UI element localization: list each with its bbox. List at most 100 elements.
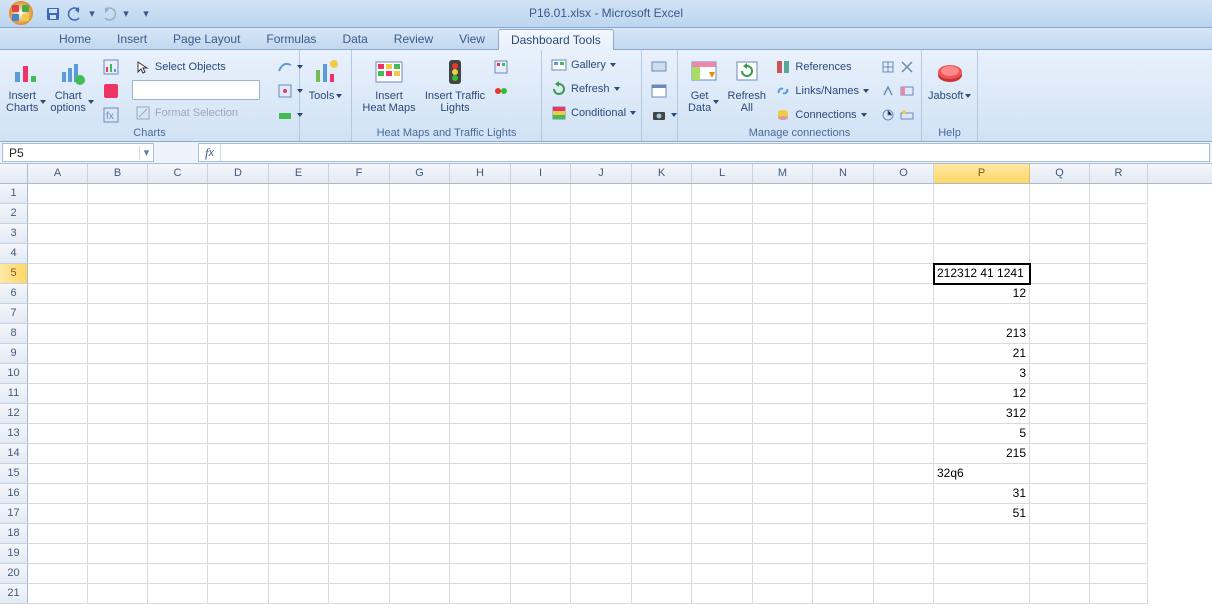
cell[interactable] (1030, 584, 1090, 604)
jabsoft-button[interactable]: Jabsoft (928, 52, 971, 102)
cell[interactable] (1030, 464, 1090, 484)
row-header[interactable]: 17 (0, 504, 28, 524)
row-header[interactable]: 11 (0, 384, 28, 404)
cell[interactable] (874, 184, 934, 204)
row-header[interactable]: 19 (0, 544, 28, 564)
cell[interactable] (269, 264, 329, 284)
cell[interactable] (269, 244, 329, 264)
cell[interactable] (571, 484, 632, 504)
cell[interactable] (511, 384, 571, 404)
cell[interactable] (208, 544, 269, 564)
cell[interactable] (813, 264, 874, 284)
row-header[interactable]: 6 (0, 284, 28, 304)
cell[interactable] (269, 444, 329, 464)
mc-tiny-3[interactable] (880, 80, 896, 102)
cell[interactable] (28, 364, 88, 384)
mc-tiny-6[interactable] (899, 104, 915, 126)
cell[interactable] (1030, 244, 1090, 264)
cell[interactable] (269, 584, 329, 604)
cell[interactable] (874, 344, 934, 364)
cell[interactable] (813, 584, 874, 604)
cell[interactable] (692, 504, 753, 524)
cell[interactable] (1030, 344, 1090, 364)
cell[interactable] (1030, 444, 1090, 464)
cell[interactable] (692, 404, 753, 424)
cell[interactable] (874, 224, 934, 244)
cell[interactable] (28, 424, 88, 444)
cell[interactable] (632, 524, 692, 544)
cell[interactable] (632, 204, 692, 224)
mc-tiny-4[interactable] (899, 80, 915, 102)
fx-button[interactable]: fx (199, 144, 221, 161)
cell[interactable] (632, 484, 692, 504)
mc-tiny-5[interactable] (880, 104, 896, 126)
cell[interactable] (329, 484, 390, 504)
cell[interactable] (88, 564, 148, 584)
save-icon[interactable] (44, 5, 62, 23)
cell[interactable] (813, 324, 874, 344)
conditional-button[interactable]: Conditional (548, 102, 639, 124)
cell[interactable] (1030, 324, 1090, 344)
cell[interactable] (88, 524, 148, 544)
cell[interactable] (1090, 304, 1148, 324)
cell[interactable] (1030, 304, 1090, 324)
cell[interactable] (450, 564, 511, 584)
cell[interactable] (511, 184, 571, 204)
cell[interactable] (571, 304, 632, 324)
cell[interactable] (28, 464, 88, 484)
mc-tiny-2[interactable] (899, 56, 915, 78)
cell[interactable] (874, 584, 934, 604)
cell[interactable] (753, 444, 813, 464)
cell[interactable] (148, 504, 208, 524)
cell[interactable] (329, 444, 390, 464)
row-header[interactable]: 7 (0, 304, 28, 324)
cell[interactable] (208, 524, 269, 544)
cell[interactable] (1090, 524, 1148, 544)
tab-view[interactable]: View (446, 28, 498, 49)
cell[interactable] (571, 204, 632, 224)
cell[interactable]: 32q6 (934, 464, 1030, 484)
cell[interactable] (28, 204, 88, 224)
cell[interactable] (571, 564, 632, 584)
cell[interactable] (208, 484, 269, 504)
cell[interactable] (28, 384, 88, 404)
object-combo[interactable] (132, 80, 260, 100)
cell[interactable] (390, 264, 450, 284)
cell[interactable] (269, 464, 329, 484)
cell[interactable] (329, 224, 390, 244)
cell[interactable] (571, 244, 632, 264)
redo-dropdown-icon[interactable]: ▾ (122, 5, 130, 23)
cell[interactable] (269, 544, 329, 564)
cell[interactable] (934, 204, 1030, 224)
cell[interactable] (390, 544, 450, 564)
cell[interactable] (874, 484, 934, 504)
cell[interactable] (571, 224, 632, 244)
cell[interactable] (208, 304, 269, 324)
cell[interactable] (208, 244, 269, 264)
gallery-button[interactable]: Gallery (548, 54, 639, 76)
cell[interactable] (692, 344, 753, 364)
cell[interactable] (1030, 184, 1090, 204)
cell[interactable] (874, 504, 934, 524)
cell[interactable] (28, 544, 88, 564)
cell[interactable] (753, 344, 813, 364)
cell[interactable] (692, 264, 753, 284)
cell[interactable] (88, 384, 148, 404)
cell[interactable] (874, 204, 934, 224)
cell[interactable] (1030, 364, 1090, 384)
tools-button[interactable]: Tools (306, 52, 345, 102)
cell[interactable] (88, 204, 148, 224)
cell[interactable] (450, 424, 511, 444)
cell[interactable] (28, 344, 88, 364)
cell[interactable] (632, 224, 692, 244)
tab-review[interactable]: Review (381, 28, 446, 49)
cell[interactable] (571, 264, 632, 284)
cell[interactable] (450, 324, 511, 344)
cell[interactable] (1030, 264, 1090, 284)
undo-icon[interactable] (66, 5, 84, 23)
cell[interactable] (753, 404, 813, 424)
cell[interactable] (1030, 424, 1090, 444)
refresh-all-button[interactable]: Refresh All (727, 52, 766, 114)
format-selection-button[interactable]: Format Selection (132, 102, 260, 124)
cell[interactable] (813, 304, 874, 324)
